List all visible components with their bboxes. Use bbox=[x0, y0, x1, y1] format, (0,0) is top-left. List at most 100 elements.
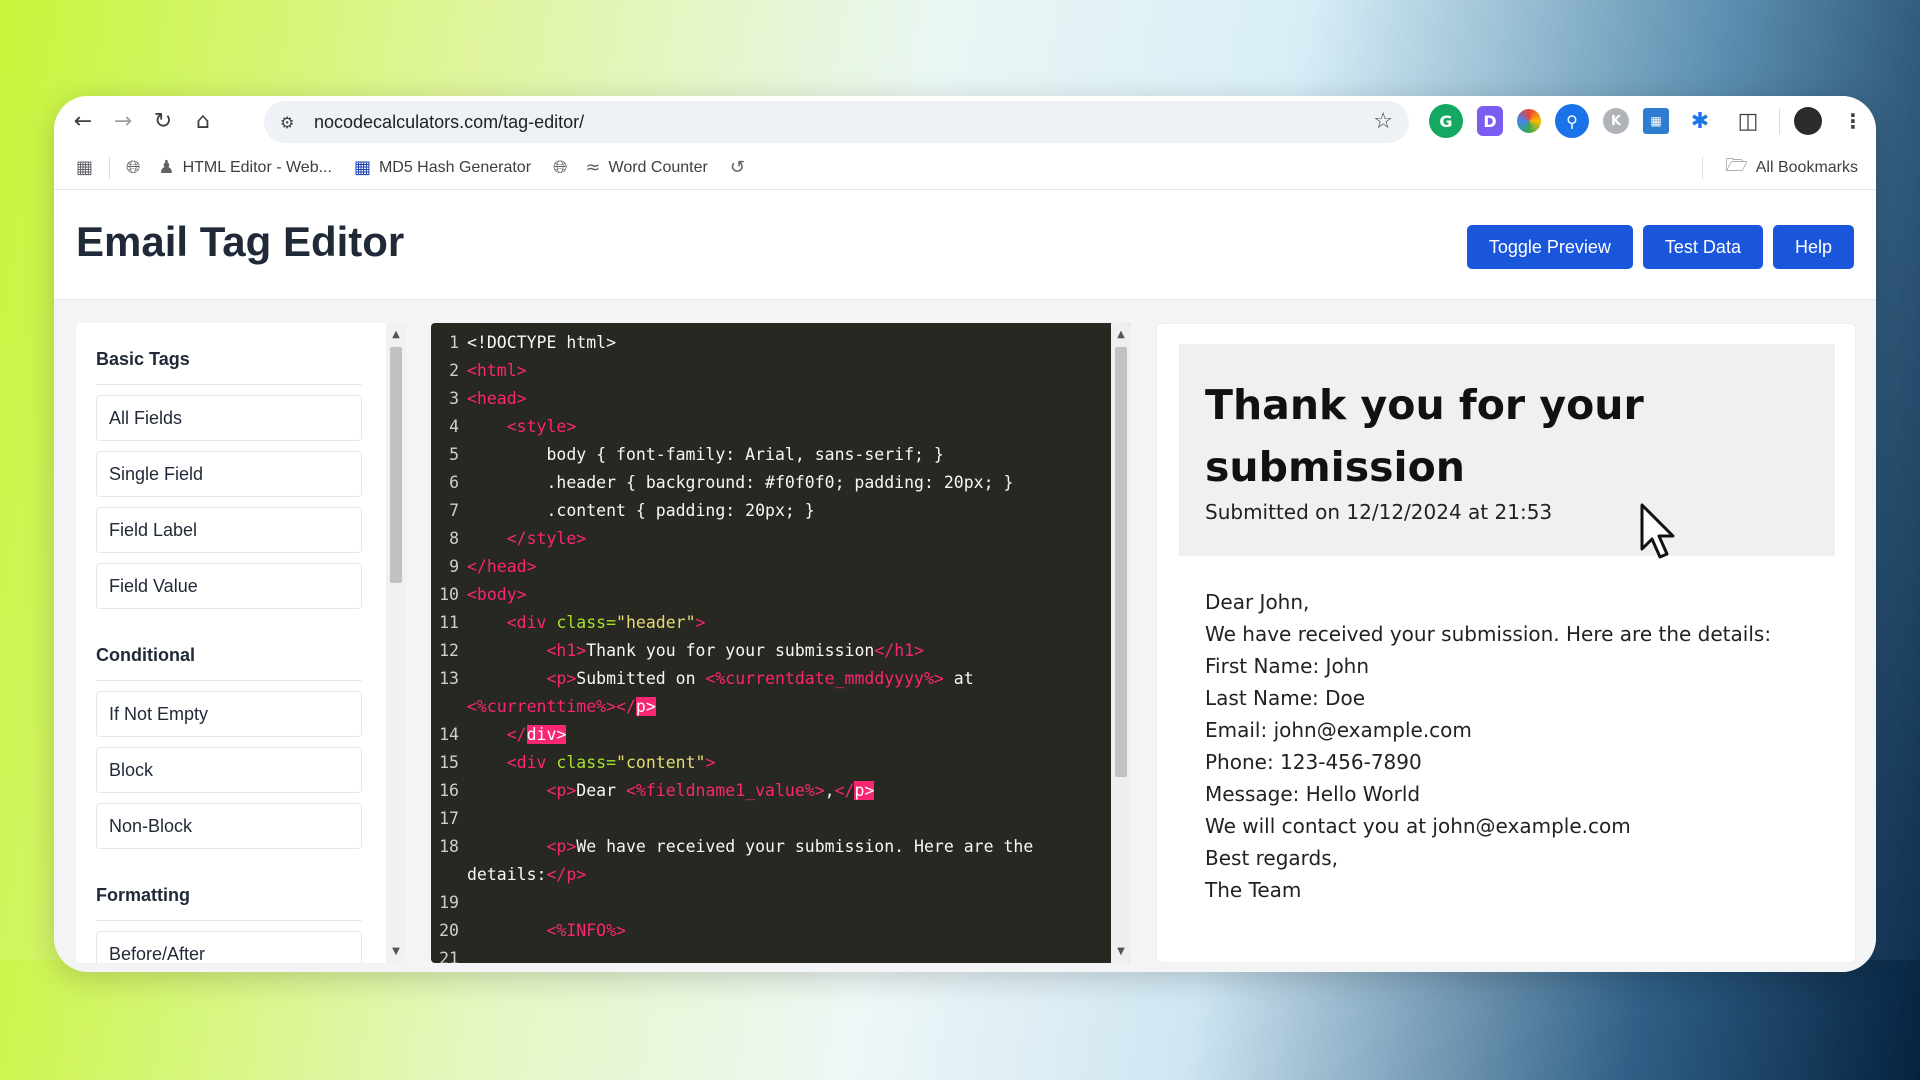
preview-line: Best regards, bbox=[1205, 846, 1339, 870]
toggle-preview-button[interactable]: Toggle Preview bbox=[1466, 225, 1633, 269]
code-token: <body> bbox=[467, 585, 527, 604]
line-number: 1 bbox=[449, 333, 459, 352]
address-bar[interactable]: ⚙ nocodecalculators.com/tag-editor/ ☆ bbox=[264, 101, 1409, 143]
code-line: 8 </style> bbox=[431, 525, 1111, 553]
scroll-down-arrow-icon[interactable]: ▼ bbox=[1111, 946, 1131, 957]
test-data-button[interactable]: Test Data bbox=[1642, 225, 1763, 269]
code-line: 1 <!DOCTYPE html> bbox=[431, 329, 1111, 357]
code-token: <p> bbox=[546, 669, 577, 688]
all-bookmarks-label: All Bookmarks bbox=[1755, 158, 1858, 176]
bookmarks-divider bbox=[1702, 156, 1704, 179]
k-extension-icon[interactable]: K bbox=[1603, 108, 1629, 134]
highlighted-token: p> bbox=[635, 697, 656, 716]
tag-button-single-field[interactable]: Single Field bbox=[96, 451, 362, 497]
home-icon[interactable]: ⌂ bbox=[186, 104, 220, 138]
bookmark-md5-hash-generator[interactable]: ▦ MD5 Hash Generator bbox=[354, 157, 531, 178]
tag-sidebar-list: Basic Tags All Fields Single Field Field… bbox=[96, 323, 362, 963]
all-bookmarks[interactable]: 🗁︎ All Bookmarks bbox=[1702, 153, 1858, 183]
editor-scrollbar[interactable]: ▲ ▼ bbox=[1111, 323, 1131, 963]
bookmark-star-icon[interactable]: ☆ bbox=[1373, 109, 1393, 134]
tag-button-field-value[interactable]: Field Value bbox=[96, 563, 362, 609]
code-token: <%INFO%> bbox=[546, 921, 626, 940]
section-title-conditional: Conditional bbox=[96, 619, 362, 681]
word-counter-icon: ≈ bbox=[585, 157, 601, 178]
apps-grid-icon[interactable]: ▦ bbox=[76, 157, 93, 178]
line-number: 6 bbox=[449, 473, 459, 492]
tag-button-field-label[interactable]: Field Label bbox=[96, 507, 362, 553]
md5-icon: ▦ bbox=[353, 157, 371, 178]
site-settings-icon[interactable]: ⚙ bbox=[280, 113, 304, 132]
history-icon[interactable]: ↺ bbox=[730, 157, 745, 178]
code-line: 6 .header { background: #f0f0f0; padding… bbox=[431, 469, 1111, 497]
tag-sidebar: Basic Tags All Fields Single Field Field… bbox=[76, 323, 406, 963]
code-token: <head> bbox=[467, 389, 527, 408]
tag-button-all-fields[interactable]: All Fields bbox=[96, 395, 362, 441]
code-line: 7 .content { padding: 20px; } bbox=[431, 497, 1111, 525]
code-token: </h1> bbox=[874, 641, 924, 660]
line-number: 12 bbox=[439, 641, 459, 660]
scrollbar-thumb[interactable] bbox=[390, 347, 402, 583]
page-title: Email Tag Editor bbox=[76, 218, 405, 265]
code-lines[interactable]: 1 <!DOCTYPE html> 2 <html> 3 <head> 4 <styl… bbox=[431, 329, 1111, 963]
back-arrow-icon[interactable]: ← bbox=[66, 104, 100, 138]
bookmark-word-counter[interactable]: ≈ Word Counter bbox=[585, 157, 707, 178]
section-title-basic-tags: Basic Tags bbox=[96, 323, 362, 385]
d-extension-icon[interactable]: D bbox=[1477, 106, 1503, 136]
code-token: <%currenttime%> bbox=[467, 697, 617, 716]
folder-icon: 🗁︎ bbox=[1725, 154, 1748, 176]
preview-line: Phone: 123-456-7890 bbox=[1205, 750, 1422, 774]
preview-title: Thank you for your submission bbox=[1205, 381, 1644, 491]
line-number: 16 bbox=[439, 781, 459, 800]
scroll-down-arrow-icon[interactable]: ▼ bbox=[386, 946, 406, 957]
tag-button-block[interactable]: Block bbox=[96, 747, 362, 793]
code-line: 15 <div class="content"> bbox=[431, 749, 1111, 777]
code-token: > bbox=[695, 613, 706, 632]
tag-button-before-after[interactable]: Before/After bbox=[96, 931, 362, 963]
code-line: 5 body { font-family: Arial, sans-serif;… bbox=[431, 441, 1111, 469]
code-line: 3 <head> bbox=[431, 385, 1111, 413]
tag-button-if-not-empty[interactable]: If Not Empty bbox=[96, 691, 362, 737]
tag-button-non-block[interactable]: Non-Block bbox=[96, 803, 362, 849]
preview-header: Thank you for your submission Submitted … bbox=[1179, 344, 1835, 556]
code-token: We have received your submission. Here a… bbox=[576, 837, 1034, 856]
scroll-up-arrow-icon[interactable]: ▲ bbox=[1111, 329, 1131, 340]
toolbar-divider bbox=[1779, 108, 1780, 134]
scroll-up-arrow-icon[interactable]: ▲ bbox=[386, 329, 406, 340]
scrollbar-thumb[interactable] bbox=[1115, 347, 1127, 777]
code-token: details: bbox=[467, 865, 547, 884]
code-line: 11 <div class="header"> bbox=[431, 609, 1111, 637]
globe-icon[interactable]: 🌐︎ bbox=[553, 157, 567, 178]
browser-toolbar: ← → ↻ ⌂ ⚙ nocodecalculators.com/tag-edit… bbox=[54, 96, 1876, 146]
bookmark-html-editor[interactable]: ♟ HTML Editor - Web... bbox=[158, 157, 332, 178]
code-token: .header { background: #f0f0f0; padding: … bbox=[546, 473, 1014, 492]
code-token: </p> bbox=[546, 865, 587, 884]
extensions-menu-icon[interactable]: ◫ bbox=[1731, 104, 1765, 138]
search-extension-icon[interactable]: ⚲ bbox=[1555, 104, 1589, 138]
reload-icon[interactable]: ↻ bbox=[146, 104, 180, 138]
code-token: <!DOCTYPE html> bbox=[467, 333, 617, 352]
url-text[interactable]: nocodecalculators.com/tag-editor/ bbox=[314, 112, 584, 133]
code-token: <div bbox=[506, 613, 557, 632]
code-token: <%currentdate_mmddyyyy%> bbox=[705, 669, 944, 688]
code-token: <p> bbox=[546, 837, 577, 856]
profile-avatar[interactable] bbox=[1794, 107, 1822, 135]
code-line: 18 <p>We have received your submission. … bbox=[431, 833, 1111, 861]
forward-arrow-icon[interactable]: → bbox=[106, 104, 140, 138]
code-editor[interactable]: 1 <!DOCTYPE html> 2 <html> 3 <head> 4 <styl… bbox=[431, 323, 1131, 963]
globe-icon[interactable]: 🌐︎ bbox=[126, 157, 140, 178]
bookmark-label: MD5 Hash Generator bbox=[378, 158, 532, 176]
code-token: , bbox=[824, 781, 835, 800]
sidebar-scrollbar[interactable]: ▲ ▼ bbox=[386, 323, 406, 963]
line-number: 10 bbox=[439, 585, 459, 604]
code-line: 4 <style> bbox=[431, 413, 1111, 441]
help-button[interactable]: Help bbox=[1772, 225, 1854, 269]
color-extension-icon[interactable] bbox=[1517, 109, 1541, 133]
preview-line: We will contact you at john@example.com bbox=[1205, 814, 1631, 838]
map-extension-icon[interactable]: ▦ bbox=[1643, 108, 1669, 134]
code-token: body { font-family: Arial, sans-serif; } bbox=[546, 445, 944, 464]
grammarly-extension-icon[interactable]: G bbox=[1429, 104, 1463, 138]
code-token: </ bbox=[506, 725, 527, 744]
more-menu-icon[interactable]: ⋮ bbox=[1836, 104, 1870, 138]
code-token: <style> bbox=[506, 417, 577, 436]
puzzle-extension-icon[interactable]: ✱ bbox=[1683, 104, 1717, 138]
